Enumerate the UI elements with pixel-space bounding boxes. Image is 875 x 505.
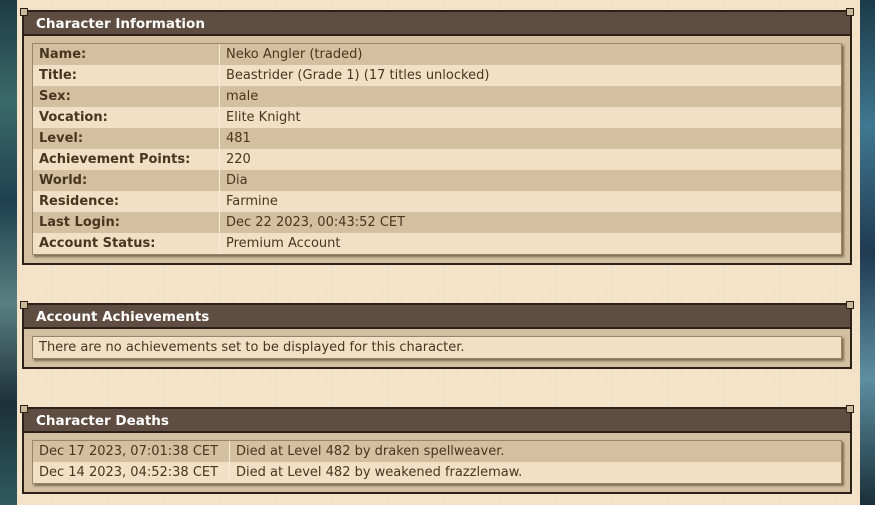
character-deaths-table: Dec 17 2023, 07:01:38 CET Died at Level 4… xyxy=(33,441,841,483)
row-value: Premium Account xyxy=(219,233,841,254)
row-value: Beastrider (Grade 1) (17 titles unlocked… xyxy=(219,65,841,86)
character-deaths-body: Dec 17 2023, 07:01:38 CET Died at Level 4… xyxy=(22,433,852,494)
table-row: Last Login: Dec 22 2023, 00:43:52 CET xyxy=(33,212,841,233)
table-row: Title: Beastrider (Grade 1) (17 titles un… xyxy=(33,65,841,86)
account-achievements-body: There are no achievements set to be disp… xyxy=(22,329,852,369)
row-label: Title: xyxy=(33,65,220,86)
table-row: Vocation: Elite Knight xyxy=(33,107,841,128)
left-decorative-border xyxy=(0,0,17,505)
character-deaths-header: Character Deaths xyxy=(20,405,854,433)
row-value: 481 xyxy=(219,128,841,149)
death-date: Dec 17 2023, 07:01:38 CET xyxy=(33,441,230,462)
character-deaths-table-wrapper: Dec 17 2023, 07:01:38 CET Died at Level 4… xyxy=(32,440,842,484)
row-label: Vocation: xyxy=(33,107,220,128)
content-area: Character Information Name: Neko Angler (… xyxy=(17,0,860,505)
character-deaths-box: Character Deaths Dec 17 2023, 07:01:38 C… xyxy=(20,405,854,494)
character-information-table-wrapper: Name: Neko Angler (traded) Title: Beastrid… xyxy=(32,43,842,255)
row-label: Account Status: xyxy=(33,233,220,254)
account-achievements-title: Account Achievements xyxy=(36,309,210,325)
row-value: male xyxy=(219,86,841,107)
row-value: Dia xyxy=(219,170,841,191)
row-value: 220 xyxy=(219,149,841,170)
row-label: Achievement Points: xyxy=(33,149,220,170)
row-label: Level: xyxy=(33,128,220,149)
row-value: Farmine xyxy=(219,191,841,212)
row-value: Elite Knight xyxy=(219,107,841,128)
account-achievements-box: Account Achievements There are no achiev… xyxy=(20,301,854,369)
row-label: Last Login: xyxy=(33,212,220,233)
no-achievements-message: There are no achievements set to be disp… xyxy=(39,340,465,355)
table-row: Dec 14 2023, 04:52:38 CET Died at Level 4… xyxy=(33,462,841,483)
right-decorative-border xyxy=(860,0,875,505)
table-row: World: Dia xyxy=(33,170,841,191)
table-row: Level: 481 xyxy=(33,128,841,149)
character-information-header: Character Information xyxy=(20,8,854,36)
table-row: Sex: male xyxy=(33,86,841,107)
table-row: Dec 17 2023, 07:01:38 CET Died at Level 4… xyxy=(33,441,841,462)
character-information-table: Name: Neko Angler (traded) Title: Beastrid… xyxy=(33,44,841,254)
row-label: Name: xyxy=(33,44,220,65)
row-label: Sex: xyxy=(33,86,220,107)
row-value: Neko Angler (traded) xyxy=(219,44,841,65)
table-row: Name: Neko Angler (traded) xyxy=(33,44,841,65)
table-row: Residence: Farmine xyxy=(33,191,841,212)
row-value: Dec 22 2023, 00:43:52 CET xyxy=(219,212,841,233)
death-date: Dec 14 2023, 04:52:38 CET xyxy=(33,462,230,483)
account-achievements-inner: There are no achievements set to be disp… xyxy=(32,336,842,359)
death-description: Died at Level 482 by weakened frazzlemaw… xyxy=(229,462,841,483)
character-information-box: Character Information Name: Neko Angler (… xyxy=(20,8,854,265)
table-row: Account Status: Premium Account xyxy=(33,233,841,254)
table-row: Achievement Points: 220 xyxy=(33,149,841,170)
row-label: Residence: xyxy=(33,191,220,212)
death-description: Died at Level 482 by draken spellweaver. xyxy=(229,441,841,462)
character-information-title: Character Information xyxy=(36,16,205,32)
character-information-body: Name: Neko Angler (traded) Title: Beastrid… xyxy=(22,36,852,265)
row-label: World: xyxy=(33,170,220,191)
account-achievements-header: Account Achievements xyxy=(20,301,854,329)
character-deaths-title: Character Deaths xyxy=(36,413,169,429)
